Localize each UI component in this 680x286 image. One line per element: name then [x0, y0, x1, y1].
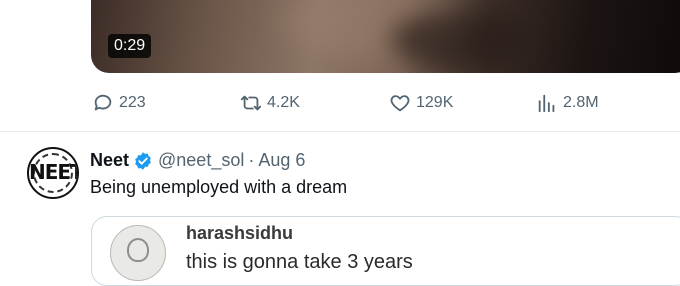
tweet-actions-bar: 223 4.2K 129K 2.8M: [0, 92, 680, 116]
repost-count: 4.2K: [267, 94, 300, 111]
video-frame-shadow: [391, 10, 531, 70]
quote-text: this is gonna take 3 years: [186, 251, 413, 273]
tweet-divider: [0, 131, 680, 132]
tweet-date[interactable]: Aug 6: [258, 150, 305, 171]
avatar[interactable]: NEET: [27, 147, 79, 199]
reply-button[interactable]: 223: [92, 92, 146, 114]
tweet-header: Neet @neet_sol · Aug 6: [90, 150, 305, 171]
views-count: 2.8M: [563, 94, 599, 111]
tweet-text: Being unemployed with a dream: [90, 177, 348, 197]
like-count: 129K: [416, 94, 454, 111]
header-separator: ·: [248, 150, 255, 170]
repost-icon: [240, 95, 262, 111]
video-duration-badge: 0:29: [108, 34, 152, 58]
repost-button[interactable]: 4.2K: [240, 92, 300, 114]
quoted-media-card[interactable]: harashsidhu this is gonna take 3 years: [91, 216, 680, 286]
user-handle[interactable]: @neet_sol: [158, 150, 244, 171]
reply-icon: [94, 94, 112, 111]
quote-avatar: [110, 225, 166, 281]
video-player[interactable]: [91, 0, 680, 73]
views-button[interactable]: 2.8M: [536, 92, 599, 114]
like-button[interactable]: 129K: [389, 92, 453, 114]
reply-count: 223: [119, 94, 146, 111]
display-name[interactable]: Neet: [90, 150, 129, 171]
heart-icon: [390, 95, 410, 112]
analytics-icon: [538, 94, 555, 113]
verified-badge-icon: [135, 151, 151, 170]
quote-username: harashsidhu: [186, 223, 294, 243]
sketch-face-icon: [127, 238, 149, 262]
avatar-logo-text: NEET: [29, 160, 79, 184]
